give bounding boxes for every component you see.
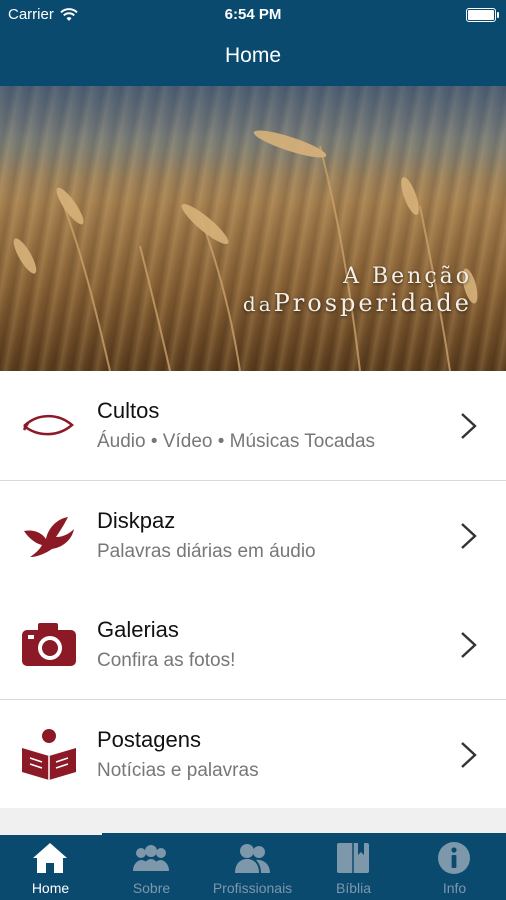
tab-label: Home [31, 880, 70, 896]
tab-home[interactable]: Home [0, 835, 101, 900]
group-icon [133, 845, 169, 871]
menu-item-subtitle: Confira as fotos! [97, 650, 236, 671]
chevron-right-icon [461, 742, 477, 768]
home-icon [33, 843, 67, 873]
tab-info[interactable]: Info [404, 835, 505, 900]
status-time: 6:54 PM [224, 6, 282, 23]
banner-line-2-prefix: da [242, 292, 274, 316]
status-bar: Carrier 6:54 PM [0, 0, 506, 30]
menu-item-title: Diskpaz [97, 508, 176, 533]
reader-icon [22, 729, 76, 780]
book-icon [337, 843, 369, 873]
banner-line-2-main: Prosperidade [273, 289, 472, 317]
camera-icon [22, 623, 76, 666]
tab-bar: Home Sobre Profissionais Bíblia Info [0, 835, 506, 900]
wheat-illustration [13, 130, 478, 371]
fish-icon [22, 414, 74, 436]
tab-label: Info [442, 880, 467, 896]
content-bottom-spacer [0, 808, 506, 835]
tab-profissionais[interactable]: Profissionais [202, 835, 303, 900]
menu-item-subtitle: Áudio • Vídeo • Músicas Tocadas [97, 431, 376, 452]
menu-item-diskpaz[interactable]: Diskpaz Palavras diárias em áudio [0, 481, 506, 591]
battery-icon [466, 8, 499, 22]
tab-sobre[interactable]: Sobre [101, 835, 202, 900]
chevron-right-icon [461, 413, 477, 439]
tab-biblia[interactable]: Bíblia [303, 835, 404, 900]
banner-line-2: daProsperidade [243, 289, 472, 317]
menu-item-subtitle: Palavras diárias em áudio [97, 541, 316, 562]
info-icon [438, 842, 470, 874]
menu-item-cultos[interactable]: Cultos Áudio • Vídeo • Músicas Tocadas [0, 371, 506, 481]
tab-label: Bíblia [335, 880, 372, 896]
chevron-right-icon [461, 632, 477, 658]
tab-label: Profissionais [212, 880, 293, 896]
navigation-bar: Home [0, 30, 506, 86]
banner-image: A Benção daProsperidade [0, 86, 506, 371]
banner-caption: A Benção daProsperidade [243, 264, 472, 317]
page-title: Home [224, 44, 282, 67]
banner-line-1: A Benção [343, 264, 472, 289]
menu-item-title: Postagens [97, 727, 201, 752]
chevron-right-icon [461, 523, 477, 549]
people-icon [235, 844, 270, 873]
tab-label: Sobre [132, 880, 171, 896]
menu-item-subtitle: Notícias e palavras [97, 760, 259, 781]
menu-item-galerias[interactable]: Galerias Confira as fotos! [0, 590, 506, 700]
menu-item-title: Galerias [97, 617, 179, 642]
dove-icon [24, 517, 74, 557]
menu-item-postagens[interactable]: Postagens Notícias e palavras [0, 700, 506, 810]
menu-item-title: Cultos [97, 398, 160, 423]
